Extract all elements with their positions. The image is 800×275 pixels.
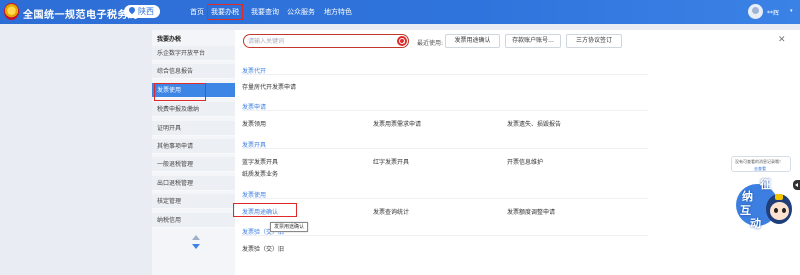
helper-link[interactable]: 去查看: [754, 166, 766, 172]
region-selector[interactable]: 陕西: [124, 5, 160, 18]
sidebar-title: 我要办税: [157, 36, 182, 43]
nav-local-features[interactable]: 地方特色: [324, 4, 352, 20]
sidebar-item[interactable]: 纳税信用: [152, 213, 235, 228]
service-link[interactable]: 发票查询统计: [373, 207, 409, 216]
service-link[interactable]: 发票领用: [242, 119, 266, 128]
sidebar-item[interactable]: 证明开具: [152, 121, 235, 136]
helper-message: 没有可查看的消息记录哦！: [735, 159, 783, 164]
sidebar-item[interactable]: 税费申报及缴纳: [152, 102, 235, 117]
nav-public-service[interactable]: 公众服务: [287, 4, 315, 20]
section-divider: [242, 110, 648, 111]
badge-icon: [775, 194, 783, 200]
sidebar-item[interactable]: 出口退税管理: [152, 176, 235, 191]
nav-home[interactable]: 首页: [190, 4, 204, 20]
user-avatar[interactable]: [748, 4, 763, 19]
annotation-highlight-box: [154, 83, 206, 101]
annotation-highlight-box: [233, 203, 297, 217]
recent-item-button[interactable]: 发票用途确认: [445, 34, 500, 48]
close-icon[interactable]: ✕: [778, 35, 786, 45]
sidebar-scroll-control[interactable]: [192, 235, 200, 251]
mascot-char: 征: [760, 178, 771, 191]
message-bubble: 没有可查看的消息记录哦！ 去查看: [731, 156, 791, 172]
section-divider: [242, 235, 648, 236]
national-emblem-icon: [4, 3, 19, 20]
search-input[interactable]: [248, 36, 388, 46]
service-link[interactable]: 存量房代开发票申请: [242, 82, 296, 91]
arrow-down-icon[interactable]: [192, 244, 200, 249]
service-link[interactable]: 纸质发票业务: [242, 169, 278, 178]
service-link[interactable]: 发票额度调整申请: [507, 207, 555, 216]
service-link[interactable]: 开票信息维护: [507, 157, 543, 166]
chevron-down-icon[interactable]: ▾: [790, 8, 793, 14]
service-link[interactable]: 蓝字发票开具: [242, 157, 278, 166]
sidebar-item[interactable]: 一般退税管理: [152, 157, 235, 172]
user-name[interactable]: **辉: [767, 8, 779, 17]
sidebar-item[interactable]: 综合信息报告: [152, 64, 235, 79]
arrow-up-icon[interactable]: [192, 235, 200, 240]
section-divider: [242, 198, 648, 199]
eye-icon: [782, 208, 786, 213]
nav-query[interactable]: 我要查询: [251, 4, 279, 20]
top-nav-bar: 全国统一规范电子税务局 陕西 首页 我要办税 我要查询 公众服务 地方特色 **…: [0, 0, 800, 24]
service-link[interactable]: 红字发票开具: [373, 157, 409, 166]
section-divider: [242, 148, 648, 149]
mascot-face: [770, 202, 789, 220]
tooltip: 发票用途确认: [270, 222, 309, 232]
mascot-char: 动: [750, 217, 761, 230]
sidebar-item[interactable]: 核定管理: [152, 194, 235, 209]
region-label: 陕西: [138, 7, 154, 16]
service-link[interactable]: 发票用票需求申请: [373, 119, 421, 128]
eye-icon: [774, 208, 778, 213]
section-divider: [242, 74, 648, 75]
nav-do-tax[interactable]: 我要办税: [207, 4, 243, 20]
recent-item-button[interactable]: 三方协议签订: [566, 34, 622, 48]
sidebar: 我要办税 乐企数字开放平台 综合信息报告 发票使用 税费申报及缴纳 证明开具 其…: [152, 30, 235, 275]
search-box: [243, 34, 409, 48]
main-panel: 最近使用: 发票用途确认 存款账户账号... 三方协议签订 ✕ 发票代开 存量房…: [235, 30, 800, 275]
search-icon[interactable]: [397, 36, 407, 46]
sidebar-item[interactable]: 其他事项申请: [152, 139, 235, 154]
site-title[interactable]: 全国统一规范电子税务局: [23, 6, 139, 21]
service-link[interactable]: 发票遗失、损毁报告: [507, 119, 561, 128]
sidebar-item[interactable]: 乐企数字开放平台: [152, 46, 235, 61]
interaction-mascot[interactable]: 征 纳 互 动: [736, 176, 798, 232]
service-link[interactable]: 发票验（交）旧: [242, 244, 284, 253]
location-pin-icon: [127, 5, 137, 15]
recent-label: 最近使用:: [417, 40, 444, 47]
recent-item-button[interactable]: 存款账户账号...: [505, 34, 561, 48]
collapse-panel-icon[interactable]: [793, 180, 800, 190]
